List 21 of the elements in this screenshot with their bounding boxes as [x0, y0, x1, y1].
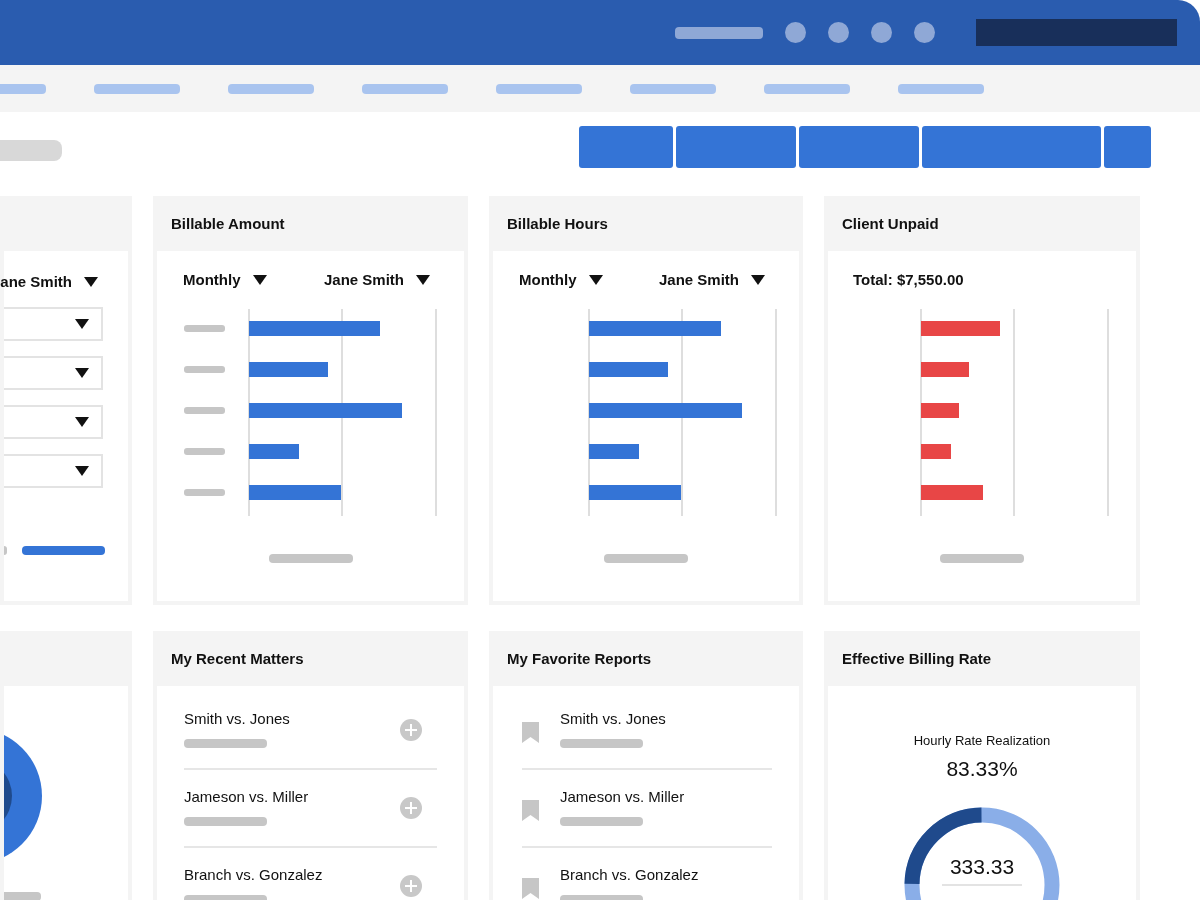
- card-title: Effective Billing Rate: [842, 650, 992, 667]
- list-item-title[interactable]: Smith vs. Jones: [560, 710, 772, 727]
- filter-dropdown[interactable]: Monthly: [183, 271, 267, 288]
- center-value: 333.33: [948, 855, 1016, 879]
- list-item-title[interactable]: Smith vs. Jones: [184, 710, 400, 727]
- card-title: My Recent Matters: [171, 650, 304, 667]
- card-title: Client Unpaid: [842, 215, 939, 232]
- card-title: Billable Amount: [171, 215, 285, 232]
- filter-dropdown[interactable]: Monthly: [519, 271, 603, 288]
- list-item-title[interactable]: Jameson vs. Miller: [184, 788, 400, 805]
- card-title: My Favorite Reports: [507, 650, 652, 667]
- percent-value: 83.33%: [946, 757, 1018, 781]
- total-amount: Total: $7,550.00: [852, 270, 965, 288]
- card-title: Billable Hours: [507, 215, 608, 232]
- chart-caption: Hourly Rate Realization: [913, 733, 1051, 748]
- list-item-title[interactable]: Branch vs. Gonzalez: [184, 866, 400, 883]
- list-item-title[interactable]: Jameson vs. Miller: [560, 788, 772, 805]
- filter-dropdown[interactable]: Jane Smith: [323, 271, 430, 288]
- filter-dropdown[interactable]: ane Smith: [0, 251, 98, 290]
- filter-dropdown[interactable]: Jane Smith: [658, 271, 765, 288]
- list-item-title[interactable]: Branch vs. Gonzalez: [560, 866, 772, 883]
